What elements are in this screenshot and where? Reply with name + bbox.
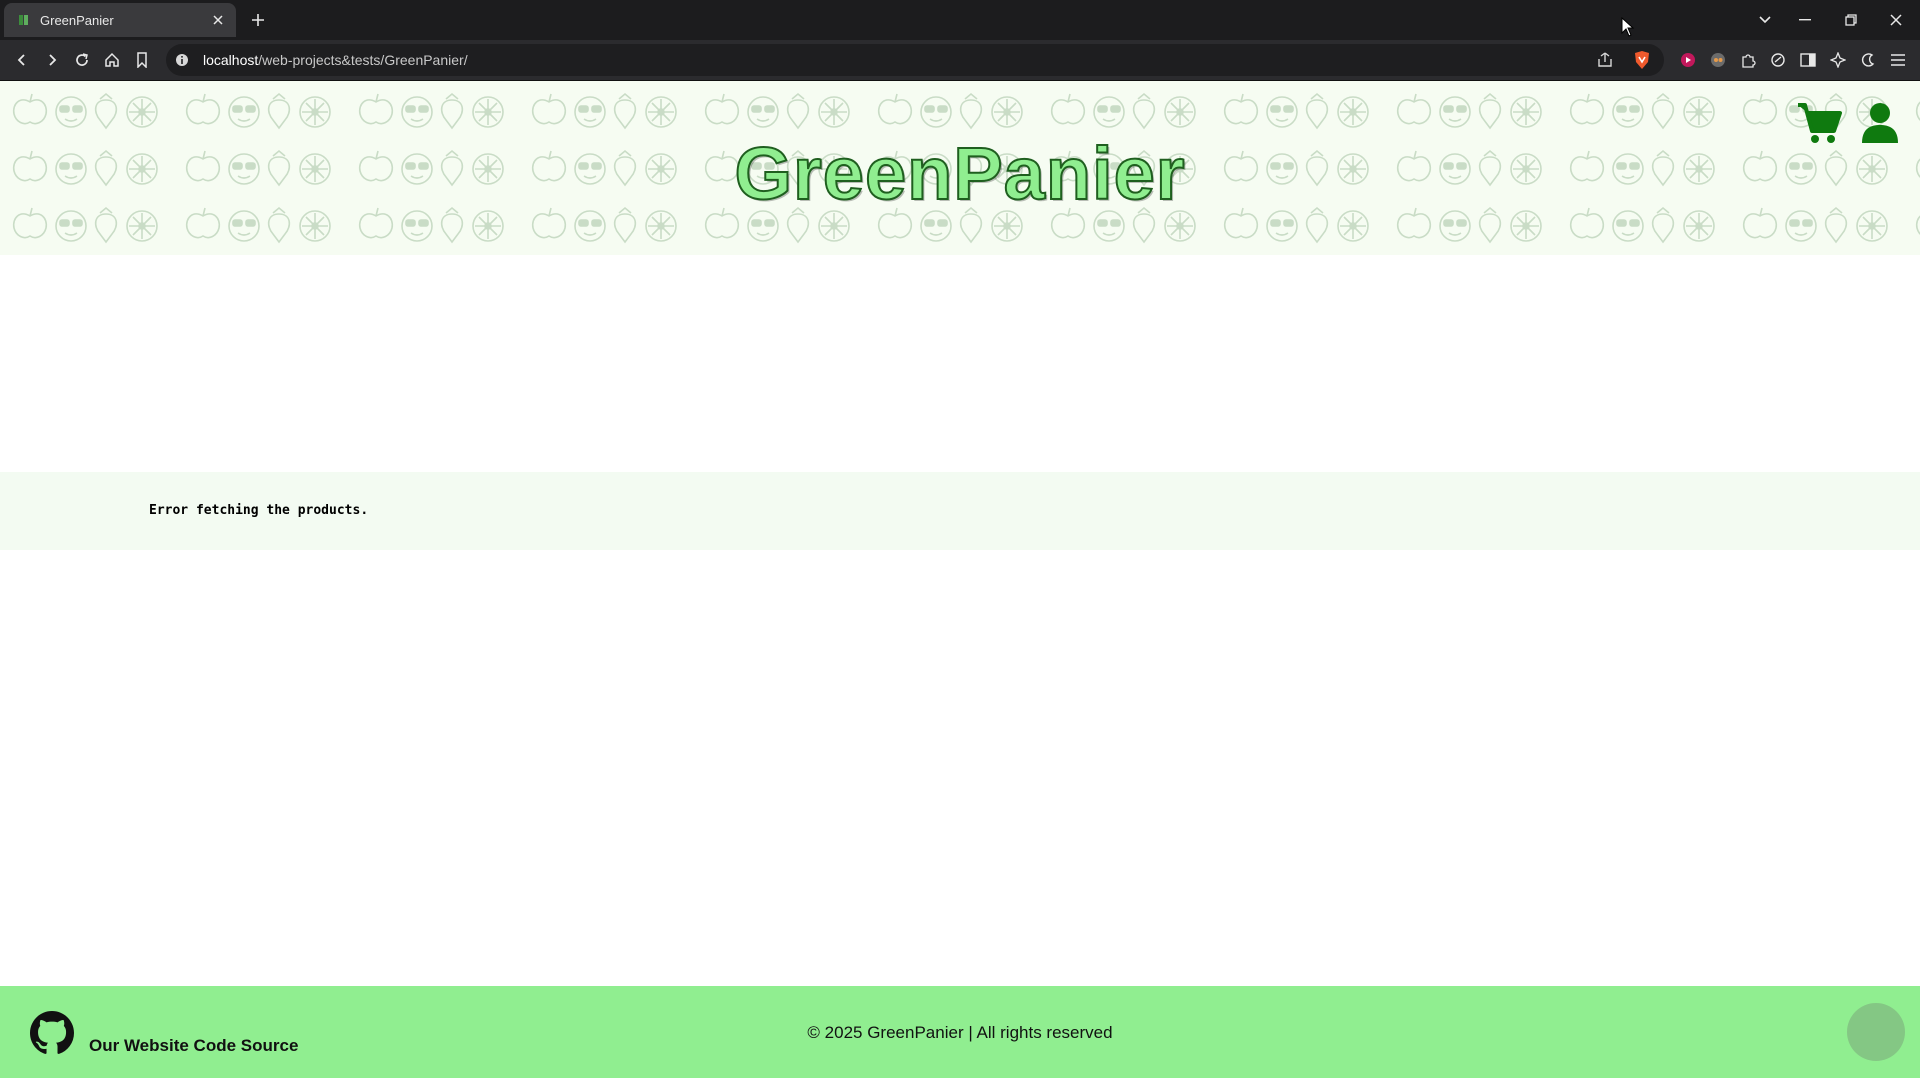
menu-icon[interactable]: [1887, 49, 1909, 71]
info-icon[interactable]: [174, 52, 190, 68]
products-section: Error fetching the products.: [0, 472, 1920, 550]
error-message: Error fetching the products.: [149, 503, 369, 518]
url-path: /web-projects&tests/GreenPanier/: [258, 52, 468, 68]
brave-shield-icon[interactable]: [1632, 50, 1652, 70]
back-icon[interactable]: [10, 48, 34, 72]
share-icon[interactable]: [1596, 51, 1614, 69]
browser-tab[interactable]: GreenPanier: [4, 3, 236, 37]
wallet-extension-icon[interactable]: [1707, 49, 1729, 71]
leo-icon[interactable]: [1767, 49, 1789, 71]
record-extension-icon[interactable]: [1677, 49, 1699, 71]
site-footer: Our Website Code Source © 2025 GreenPani…: [0, 986, 1920, 1078]
tab-search-icon[interactable]: [1745, 6, 1785, 34]
new-tab-icon[interactable]: [246, 8, 270, 32]
reload-icon[interactable]: [70, 48, 94, 72]
forward-icon[interactable]: [40, 48, 64, 72]
cart-icon[interactable]: [1796, 101, 1842, 145]
minimize-icon[interactable]: [1785, 6, 1825, 34]
copyright-text: © 2025 GreenPanier | All rights reserved: [807, 1023, 1113, 1042]
home-icon[interactable]: [100, 48, 124, 72]
close-tab-icon[interactable]: [208, 10, 228, 30]
ai-star-icon[interactable]: [1827, 49, 1849, 71]
tab-title: GreenPanier: [40, 12, 114, 28]
mouse-cursor-icon: [1621, 17, 1635, 37]
site-header: GreenPanier: [0, 81, 1920, 255]
bookmark-icon[interactable]: [130, 48, 154, 72]
browser-toolbar: localhost/web-projects&tests/GreenPanier…: [0, 40, 1920, 81]
url-host: localhost: [203, 52, 259, 68]
user-icon[interactable]: [1860, 101, 1900, 145]
address-bar[interactable]: localhost/web-projects&tests/GreenPanier…: [166, 44, 1664, 76]
extensions-icon[interactable]: [1737, 49, 1759, 71]
close-window-icon[interactable]: [1876, 6, 1916, 34]
vpn-icon[interactable]: [1857, 49, 1879, 71]
fruit-badge-icon: [1847, 1003, 1905, 1061]
favicon-icon: [19, 15, 28, 25]
sidebar-icon[interactable]: [1797, 49, 1819, 71]
url-text: localhost/web-projects&tests/GreenPanier…: [203, 52, 468, 68]
site-logo[interactable]: GreenPanier: [0, 131, 1920, 216]
restore-icon[interactable]: [1831, 6, 1871, 34]
